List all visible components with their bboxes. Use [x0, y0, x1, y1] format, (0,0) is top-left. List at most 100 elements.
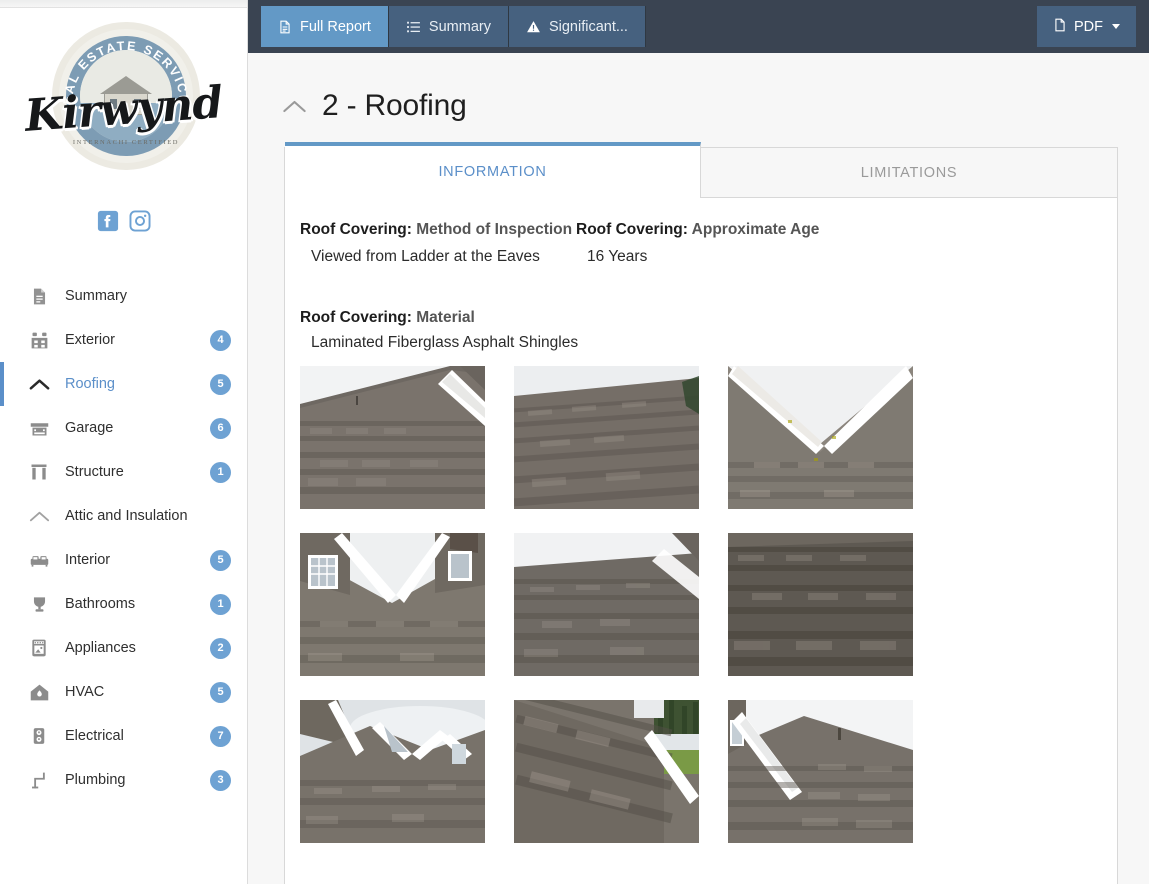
section-card: INFORMATION LIMITATIONS Roof Covering: M…	[284, 142, 1118, 884]
sidebar-item-badge: 4	[210, 329, 231, 351]
sidebar-item-electrical[interactable]: Electrical 7	[0, 714, 247, 758]
tab-information[interactable]: INFORMATION	[285, 142, 701, 198]
sidebar-item-badge: 3	[210, 769, 231, 791]
field-label-prefix: Roof Covering:	[576, 221, 692, 238]
field-label: Roof Covering: Approximate Age	[576, 220, 852, 240]
pipe-icon	[27, 768, 51, 792]
sidebar-item-badge: 1	[210, 461, 231, 483]
document-icon	[27, 284, 51, 308]
sidebar-item-badge: 7	[210, 725, 231, 747]
sidebar-item-roofing[interactable]: Roofing 5	[0, 362, 247, 406]
sidebar-item-label: Garage	[65, 420, 114, 436]
attic-icon	[27, 504, 51, 528]
brand-logo[interactable]: REAL ESTATE SERVICES Kirwynd INTERNACHI …	[0, 8, 247, 188]
tab-information-label: INFORMATION	[438, 164, 547, 180]
tab-limitations-label: LIMITATIONS	[860, 164, 958, 181]
sidebar-item-label: Roofing	[65, 376, 115, 392]
sidebar-item-garage[interactable]: Garage 6	[0, 406, 247, 450]
sidebar-item-summary[interactable]: Summary	[0, 274, 247, 318]
photo-gallery	[300, 365, 1095, 843]
facebook-icon[interactable]	[97, 210, 119, 232]
tab-limitations[interactable]: LIMITATIONS	[701, 147, 1117, 198]
pdf-button[interactable]: PDF	[1037, 6, 1136, 47]
sofa-icon	[27, 548, 51, 572]
warning-triangle-icon	[526, 20, 541, 34]
significant-button[interactable]: Significant...	[508, 6, 646, 47]
field-material: Roof Covering: Material Laminated Fiberg…	[300, 308, 1095, 843]
app-root: REAL ESTATE SERVICES Kirwynd INTERNACHI …	[0, 0, 1149, 884]
significant-label: Significant...	[548, 18, 628, 35]
sidebar-item-appliances[interactable]: Appliances 2	[0, 626, 247, 670]
gallery-photo[interactable]	[514, 365, 699, 509]
summary-label: Summary	[428, 18, 491, 35]
gallery-photo[interactable]	[728, 532, 913, 676]
full-report-label: Full Report	[300, 18, 371, 35]
sidebar-item-label: Electrical	[65, 728, 124, 744]
structure-icon	[27, 460, 51, 484]
gallery-photo[interactable]	[514, 699, 699, 843]
instagram-icon[interactable]	[129, 210, 151, 232]
field-label-prefix: Roof Covering:	[300, 308, 417, 326]
field-label: Roof Covering: Method of Inspection	[300, 220, 576, 240]
sidebar-item-label: Interior	[65, 552, 111, 568]
gallery-photo[interactable]	[728, 699, 913, 843]
top-toolbar: Full Report Summary Significant... PDF	[248, 0, 1149, 53]
sidebar-item-label: Attic and Insulation	[65, 508, 188, 524]
sidebar-item-exterior[interactable]: Exterior 4	[0, 318, 247, 362]
sidebar-item-label: HVAC	[65, 684, 105, 700]
field-label: Roof Covering: Material	[300, 308, 1095, 328]
sidebar-top-strip	[0, 0, 247, 8]
field-label-rest: Material	[416, 308, 475, 326]
gallery-photo[interactable]	[300, 365, 485, 509]
field-approximate-age: Roof Covering: Approximate Age 16 Years	[576, 220, 852, 268]
gallery-photo[interactable]	[300, 699, 485, 843]
field-method-of-inspection: Roof Covering: Method of Inspection View…	[300, 220, 576, 268]
sidebar-item-plumbing[interactable]: Plumbing 3	[0, 758, 247, 802]
roof-icon	[281, 93, 308, 120]
furnace-icon	[27, 680, 51, 704]
sidebar: REAL ESTATE SERVICES Kirwynd INTERNACHI …	[0, 0, 248, 884]
gallery-photo[interactable]	[514, 532, 699, 676]
sidebar-item-structure[interactable]: Structure 1	[0, 450, 247, 494]
document-icon	[278, 19, 292, 35]
toilet-icon	[27, 592, 51, 616]
sidebar-item-label: Appliances	[65, 640, 136, 656]
sidebar-item-label: Exterior	[65, 332, 115, 348]
sidebar-item-interior[interactable]: Interior 5	[0, 538, 247, 582]
card-body: Roof Covering: Method of Inspection View…	[285, 198, 1117, 867]
sidebar-nav: Summary Exterior 4 Roofing 5 Garage 6 St…	[0, 274, 247, 802]
page-header: 2 - Roofing	[248, 53, 1149, 147]
sidebar-item-badge: 5	[210, 549, 231, 571]
social-links	[0, 210, 247, 232]
sidebar-item-label: Plumbing	[65, 772, 126, 788]
main-panel: Full Report Summary Significant... PDF 2…	[248, 0, 1149, 884]
field-value: 16 Years	[587, 247, 648, 265]
field-value: Laminated Fiberglass Asphalt Shingles	[311, 333, 579, 351]
sidebar-item-badge: 2	[210, 637, 231, 659]
content-scroll-area[interactable]: 2 - Roofing INFORMATION LIMITATIONS Roof…	[248, 53, 1149, 884]
sidebar-item-badge: 5	[210, 681, 231, 703]
garage-icon	[27, 416, 51, 440]
field-label-rest: Method of Inspection	[416, 221, 573, 238]
sidebar-item-badge: 6	[210, 417, 231, 439]
sidebar-item-badge: 5	[210, 373, 231, 395]
sidebar-item-label: Summary	[65, 288, 128, 304]
field-value: Viewed from Ladder at the Eaves	[311, 247, 540, 265]
sidebar-item-hvac[interactable]: HVAC 5	[0, 670, 247, 714]
card-tabs: INFORMATION LIMITATIONS	[285, 142, 1117, 198]
outlet-icon	[27, 724, 51, 748]
gallery-photo[interactable]	[300, 532, 485, 676]
field-label-rest: Approximate Age	[691, 221, 820, 238]
sidebar-item-bathrooms[interactable]: Bathrooms 1	[0, 582, 247, 626]
roof-icon	[27, 372, 51, 396]
sidebar-item-badge: 1	[210, 593, 231, 615]
list-icon	[406, 20, 421, 34]
sidebar-item-label: Bathrooms	[65, 596, 136, 612]
full-report-button[interactable]: Full Report	[261, 6, 389, 47]
sidebar-item-attic-and-insulation[interactable]: Attic and Insulation	[0, 494, 247, 538]
summary-button[interactable]: Summary	[388, 6, 509, 47]
logo-certification: INTERNACHI CERTIFIED	[72, 139, 180, 146]
building-icon	[27, 328, 51, 352]
gallery-photo[interactable]	[728, 365, 913, 509]
